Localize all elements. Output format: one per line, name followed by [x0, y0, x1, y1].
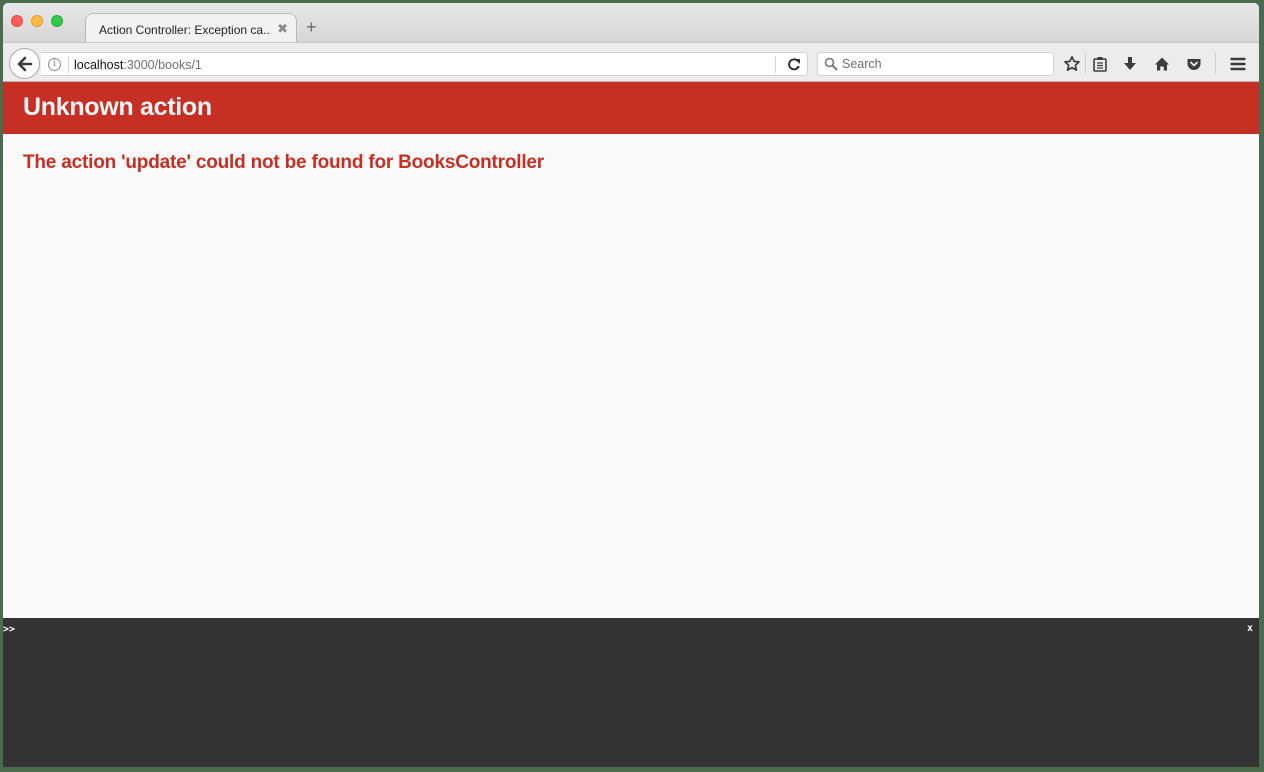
- home-icon: [1155, 57, 1169, 71]
- download-icon: [1124, 57, 1136, 70]
- reload-icon[interactable]: [786, 56, 802, 77]
- tab-active[interactable]: Action Controller: Exception ca... ✖: [85, 13, 297, 43]
- pocket-icon: [1187, 59, 1201, 70]
- bookmark-star-icon: [1064, 55, 1080, 72]
- tab-title: Action Controller: Exception ca...: [99, 23, 271, 37]
- page-content: Unknown action The action 'update' could…: [3, 82, 1259, 618]
- title-bar: Action Controller: Exception ca... ✖ +: [3, 3, 1259, 43]
- home-button[interactable]: [1151, 53, 1173, 75]
- url-bar[interactable]: i localhost:3000/books/1: [41, 52, 808, 76]
- back-button[interactable]: [9, 48, 40, 79]
- arrow-left-icon: [17, 56, 32, 71]
- toolbar-divider: [1215, 52, 1216, 74]
- browser-window: Action Controller: Exception ca... ✖ + i…: [3, 3, 1259, 767]
- new-tab-button[interactable]: +: [306, 18, 317, 36]
- menu-button[interactable]: [1227, 53, 1249, 75]
- url-divider: [68, 56, 69, 73]
- toolbar-divider: [1085, 52, 1086, 74]
- console-prompt: >>: [3, 624, 16, 635]
- bookmark-star-button[interactable]: [1061, 53, 1083, 75]
- url-path: :3000/books/1: [123, 58, 202, 72]
- window-close-button[interactable]: [11, 15, 23, 27]
- pocket-button[interactable]: [1183, 53, 1205, 75]
- console-close-button[interactable]: x: [1247, 623, 1253, 634]
- download-button[interactable]: [1119, 53, 1141, 75]
- reading-list-icon: [1093, 57, 1107, 72]
- info-icon[interactable]: i: [48, 58, 61, 71]
- window-maximize-button[interactable]: [51, 15, 63, 27]
- page-title: Unknown action: [23, 93, 212, 121]
- menu-icon: [1230, 57, 1246, 71]
- url-host: localhost: [74, 58, 124, 72]
- navigation-bar: i localhost:3000/books/1: [3, 42, 1259, 82]
- url-text[interactable]: localhost:3000/books/1: [74, 58, 202, 72]
- tab-close-icon[interactable]: ✖: [277, 21, 288, 37]
- window-minimize-button[interactable]: [31, 15, 43, 27]
- search-input[interactable]: [842, 55, 1047, 73]
- reading-list-button[interactable]: [1089, 53, 1111, 75]
- error-message: The action 'update' could not be found f…: [23, 152, 544, 173]
- web-console: >> x: [3, 618, 1259, 767]
- console-input[interactable]: [19, 622, 1219, 638]
- search-icon: [824, 57, 838, 76]
- search-bar[interactable]: [817, 52, 1054, 76]
- url-divider-right: [775, 56, 776, 73]
